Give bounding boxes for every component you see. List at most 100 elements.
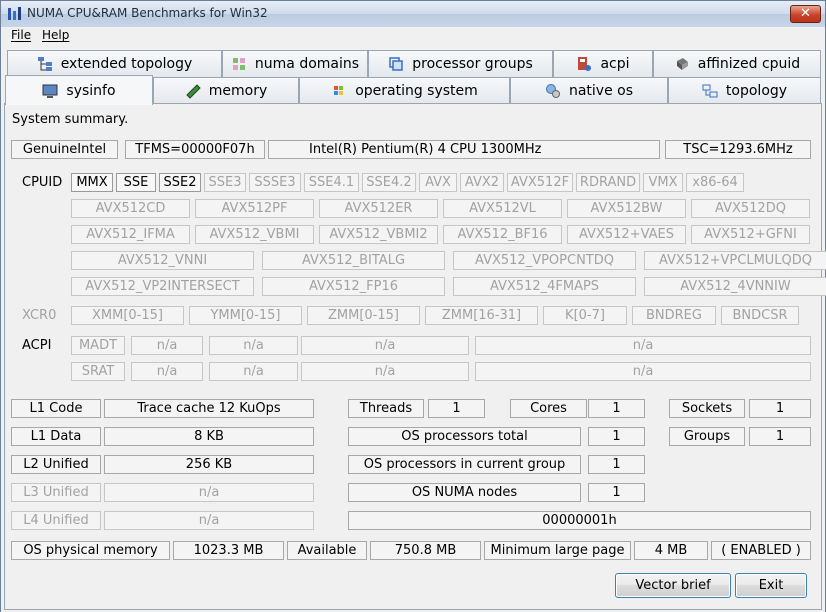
l2-value: 256 KB: [104, 455, 314, 474]
threads-value: 1: [428, 399, 485, 418]
acpi-label: ACPI: [22, 338, 52, 353]
numa-grid-icon: [232, 58, 245, 70]
tab-label: native os: [568, 83, 634, 99]
tab-numa-domains[interactable]: numa domains: [222, 50, 368, 77]
acpi-srat-cell: SRAT: [71, 362, 125, 381]
acpi-madt-cell: MADT: [71, 336, 125, 355]
affinity-mask: 00000001h: [348, 511, 811, 530]
acpi-srat-cell: n/a: [301, 362, 469, 381]
cpuid-flag: AVX512BW: [567, 199, 686, 218]
os-processors-total-label: OS processors total: [348, 427, 581, 446]
xcr0-flag: ZMM[0-15]: [307, 306, 420, 325]
tab-label: numa domains: [254, 56, 360, 72]
cpuid-flag: x86-64: [686, 173, 744, 192]
vector-brief-button[interactable]: Vector brief: [615, 573, 731, 598]
native-os-icon: [545, 84, 560, 98]
os-processors-total-value: 1: [588, 427, 645, 446]
cpuid-flag: AVX: [419, 173, 457, 192]
cores-label: Cores: [510, 399, 587, 418]
tab-native-os[interactable]: native os: [510, 77, 668, 104]
close-button[interactable]: ✕: [790, 5, 821, 23]
title-bar: NUMA CPU&RAM Benchmarks for Win32 ✕: [1, 1, 825, 27]
exit-button[interactable]: Exit: [735, 573, 807, 598]
xcr0-flag: YMM[0-15]: [189, 306, 302, 325]
cpuid-flag: AVX512_IFMA: [71, 225, 190, 244]
sysinfo-panel: System summary. GenuineIntel TFMS=00000F…: [4, 103, 826, 610]
cpuid-flag: SSE4.2: [362, 173, 416, 192]
tab-sysinfo[interactable]: sysinfo: [5, 75, 153, 105]
cpuid-flag: SSE3: [204, 173, 246, 192]
acpi-srat-cell: n/a: [475, 362, 811, 381]
l2-label: L2 Unified: [11, 455, 101, 474]
cpuid-label: CPUID: [22, 175, 63, 190]
cpuid-flag: AVX512+GFNI: [691, 225, 810, 244]
cpu-vendor: GenuineIntel: [11, 140, 118, 159]
tab-topology[interactable]: topology: [668, 77, 821, 104]
tab-label: operating system: [355, 83, 478, 99]
acpi-madt-cell: n/a: [209, 336, 298, 355]
acpi-icon: [578, 57, 592, 71]
groups-label: Groups: [669, 427, 745, 446]
monitor-icon: [42, 84, 58, 98]
windows-logo-icon: [334, 86, 344, 95]
app-icon: [8, 7, 21, 20]
cpuid-flag: AVX512_VBMI2: [319, 225, 438, 244]
sockets-value: 1: [749, 399, 811, 418]
topology-tree-icon: [37, 57, 52, 71]
l1-code-label: L1 Code: [11, 399, 101, 418]
cpuid-flag: AVX512_VP2INTERSECT: [71, 277, 254, 296]
section-heading: System summary.: [12, 112, 129, 127]
cpuid-flag: AVX2: [460, 173, 504, 192]
cpuid-flag: AVX512CD: [71, 199, 190, 218]
os-physical-memory-label: OS physical memory: [11, 541, 170, 560]
tab-label: memory: [208, 83, 268, 99]
min-large-page-value: 4 MB: [634, 541, 708, 560]
cpuid-flag: SSE4.1: [304, 173, 359, 192]
tab-memory[interactable]: memory: [153, 77, 299, 104]
os-physical-memory-value: 1023.3 MB: [173, 541, 284, 560]
l3-label: L3 Unified: [11, 483, 101, 502]
cpuid-flag: AVX512ER: [319, 199, 438, 218]
menu-help[interactable]: Help: [42, 28, 69, 42]
tab-processor-groups[interactable]: processor groups: [368, 50, 553, 77]
acpi-srat-cell: n/a: [131, 362, 203, 381]
acpi-madt-cell: n/a: [131, 336, 203, 355]
xcr0-flag: BNDREG: [632, 306, 716, 325]
xcr0-label: XCR0: [22, 308, 57, 323]
memory-stick-icon: [186, 84, 201, 99]
tab-label: affinized cpuid: [697, 56, 801, 72]
os-processors-group-value: 1: [588, 455, 645, 474]
l4-label: L4 Unified: [11, 511, 101, 530]
l3-value: n/a: [104, 483, 314, 502]
groups-value: 1: [749, 427, 811, 446]
threads-label: Threads: [348, 399, 424, 418]
l4-value: n/a: [104, 511, 314, 530]
os-numa-nodes-label: OS NUMA nodes: [348, 483, 581, 502]
cpuid-flag: AVX512_BITALG: [262, 251, 445, 270]
tab-acpi[interactable]: acpi: [553, 50, 653, 77]
tab-affinized-cpuid[interactable]: affinized cpuid: [653, 50, 821, 77]
chip-icon: [676, 58, 688, 70]
tab-operating-system[interactable]: operating system: [299, 77, 510, 104]
tab-label: extended topology: [60, 56, 193, 72]
cpuid-flag: AVX512+VAES: [567, 225, 686, 244]
cpuid-flag: AVX512PF: [195, 199, 314, 218]
cpuid-flag: AVX512_VPOPCNTDQ: [453, 251, 636, 270]
topology-icon: [702, 84, 718, 98]
tab-label: acpi: [600, 56, 630, 72]
tab-extended-topology[interactable]: extended topology: [7, 50, 222, 77]
cpu-name: Intel(R) Pentium(R) 4 CPU 1300MHz: [268, 140, 660, 159]
acpi-srat-cell: n/a: [209, 362, 298, 381]
min-large-page-label: Minimum large page: [484, 541, 631, 560]
cpu-tsc: TSC=1293.6MHz: [665, 140, 811, 159]
xcr0-flag: K[0-7]: [543, 306, 627, 325]
sockets-label: Sockets: [669, 399, 745, 418]
tab-label: topology: [725, 83, 788, 99]
menu-file[interactable]: File: [11, 28, 31, 42]
cpuid-flag: AVX512_BF16: [443, 225, 562, 244]
cpuid-flag: MMX: [71, 173, 113, 192]
cores-value: 1: [588, 399, 645, 418]
cpuid-flag: SSE: [116, 173, 156, 192]
cpuid-flag: AVX512DQ: [691, 199, 810, 218]
available-memory-label: Available: [287, 541, 367, 560]
